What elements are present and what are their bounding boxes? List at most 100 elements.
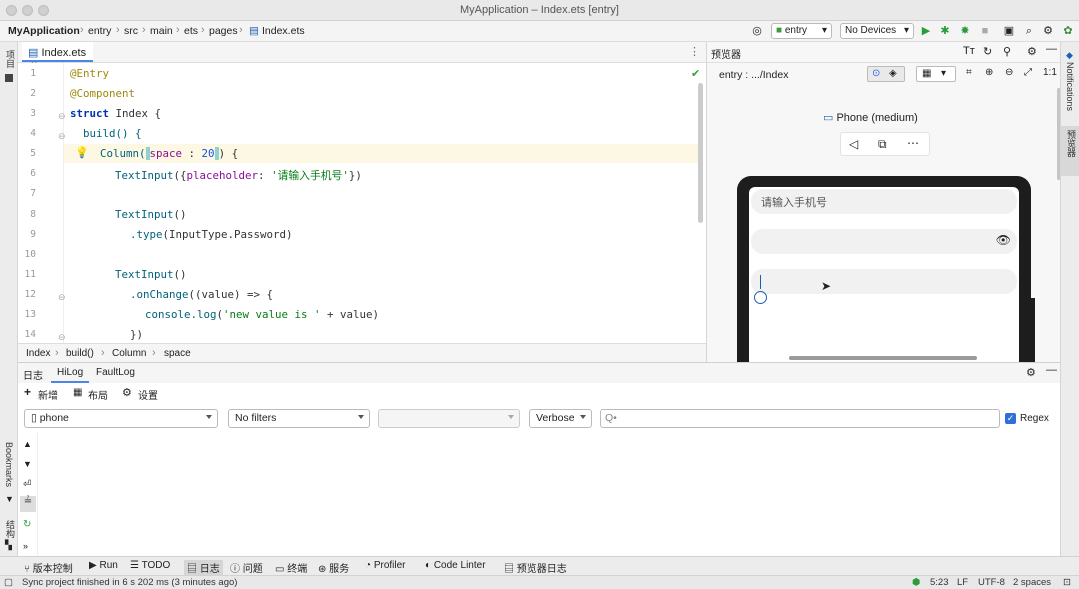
layers-icon[interactable]: ◈ (889, 68, 897, 79)
health-indicator-icon[interactable]: ⬢ (912, 577, 920, 588)
target-icon[interactable]: ◎ (751, 25, 763, 37)
log-search-input[interactable]: Q• (600, 409, 1000, 428)
new-button[interactable]: 新增 (38, 387, 58, 402)
tool-todo[interactable]: ☰ TODO (130, 560, 170, 571)
tab-index-ets[interactable]: ▤ Index.ets × (22, 42, 93, 71)
caret-position[interactable]: 5:23 (930, 577, 949, 588)
breadcrumb-item[interactable]: Index (26, 348, 50, 359)
nav-crumb-ets[interactable]: ets (184, 25, 198, 37)
process-select[interactable] (378, 409, 520, 428)
breadcrumb-item[interactable]: space (164, 348, 191, 359)
layout-grid-icon[interactable]: ▦ (73, 387, 82, 398)
fold-icon[interactable]: ⊖ (58, 332, 66, 343)
inspector-toggle-group: ⊙ ◈ (867, 66, 905, 82)
scroll-down-icon[interactable]: ▼ (23, 459, 32, 469)
nav-crumb-pages[interactable]: pages (209, 25, 238, 37)
nav-crumb-main[interactable]: main (150, 25, 173, 37)
ide-logo-icon[interactable]: ✿ (1062, 25, 1074, 37)
tool-run[interactable]: ▶ Run (89, 560, 118, 571)
rotate-icon[interactable]: ⧉ (878, 137, 887, 152)
breadcrumb-item[interactable]: build() (66, 348, 94, 359)
settings-button[interactable]: 设置 (138, 387, 158, 402)
more-vertical-icon[interactable]: ⋮ (689, 45, 700, 58)
fit-screen-icon[interactable]: ⤢ (1024, 67, 1032, 78)
breadcrumb-item[interactable]: Column (112, 348, 146, 359)
gear-icon[interactable]: ⚙ (1027, 45, 1037, 58)
tool-problems[interactable]: ⓘ 问题 (230, 560, 263, 575)
minimize-icon[interactable]: — (1046, 43, 1057, 55)
gear-icon[interactable]: ⚙ (1042, 25, 1054, 37)
fold-icon[interactable]: ⊖ (58, 292, 66, 303)
tool-code-linter[interactable]: ◐ Code Linter (425, 560, 486, 571)
gear-icon[interactable]: ⚙ (122, 386, 132, 399)
scroll-up-icon[interactable]: ▲ (23, 439, 32, 449)
more-horizontal-icon[interactable]: ⋯ (907, 136, 919, 150)
device-filter-select[interactable]: ▯ phone (24, 409, 218, 428)
actual-size-icon[interactable]: 1:1 (1043, 67, 1057, 78)
filter-select[interactable]: No filters (228, 409, 370, 428)
regex-checkbox[interactable]: ✓ (1005, 413, 1016, 424)
fold-icon[interactable]: ⊖ (58, 111, 66, 122)
phone-number-input[interactable]: 请输入手机号 (751, 189, 1017, 214)
tool-profiler[interactable]: ◔ Profiler (365, 560, 406, 571)
stop-icon[interactable]: ■ (979, 25, 991, 37)
previewer-tool-button[interactable]: 预览器 (1061, 126, 1079, 176)
device-select[interactable]: No Devices ▾ (840, 23, 914, 39)
chevron-right-icon: › (176, 24, 180, 36)
font-size-icon[interactable]: Tт (963, 45, 975, 57)
inspector-icon[interactable]: ⊙ (872, 68, 880, 79)
scroll-to-end-icon[interactable]: ≟ (20, 496, 36, 512)
onchange-input[interactable] (751, 269, 1017, 294)
structure-tool-button[interactable]: 结构 (4, 520, 17, 538)
tab-faultlog[interactable]: FaultLog (96, 367, 135, 378)
layout-select[interactable]: ▦ ▾ (916, 66, 956, 82)
password-input[interactable]: 👁 (751, 229, 1017, 254)
editor-scrollbar[interactable] (698, 83, 703, 223)
cursor-handle[interactable] (754, 291, 767, 304)
lightbulb-icon[interactable]: 💡 (75, 146, 89, 159)
minimize-icon[interactable]: — (1046, 364, 1057, 376)
log-level-select[interactable]: Verbose (529, 409, 592, 428)
tab-hilog[interactable]: HiLog (51, 363, 90, 383)
indent-setting[interactable]: 2 spaces (1013, 577, 1051, 588)
plus-icon[interactable]: + (24, 385, 31, 399)
layout-button[interactable]: 布局 (88, 387, 108, 402)
notifications-tool-button[interactable]: Notifications (1065, 62, 1075, 111)
eye-off-icon[interactable]: 👁 (996, 233, 1011, 247)
nav-crumb-file[interactable]: Index.ets (262, 25, 305, 37)
search-icon[interactable]: ⌕ (1023, 25, 1035, 37)
refresh-icon[interactable]: ↻ (983, 45, 992, 58)
tool-services[interactable]: ⊛ 服务 (318, 560, 349, 575)
module-select[interactable]: ■ entry ▾ (771, 23, 832, 39)
line-separator[interactable]: LF (957, 577, 968, 588)
device-manager-icon[interactable]: ▣ (1003, 25, 1015, 37)
tool-version-control[interactable]: ⑂ 版本控制 (24, 560, 73, 575)
gear-icon[interactable]: ⚙ (1026, 366, 1036, 379)
soft-wrap-icon[interactable]: ⏎ (23, 479, 31, 490)
code-editor[interactable]: 1 2 3 4 5 6 8 9 10 11 12 13 14 7 ⊖ ⊖ 💡 ⊖… (18, 63, 706, 343)
project-tool-button[interactable]: 项目 (4, 50, 17, 68)
more-icon[interactable]: » (23, 541, 28, 551)
inspection-ok-icon[interactable]: ✔ (691, 67, 700, 80)
tool-log[interactable]: ▤ 日志 (184, 560, 223, 575)
tool-terminal[interactable]: ▭ 终端 (275, 560, 307, 575)
attach-debugger-icon[interactable]: ✸ (959, 25, 971, 37)
restart-icon[interactable]: ↻ (23, 519, 31, 530)
bookmarks-tool-button[interactable]: Bookmarks (4, 442, 14, 487)
fold-icon[interactable]: ⊖ (58, 131, 66, 142)
run-icon[interactable]: ▶ (920, 25, 932, 37)
back-icon[interactable]: ◁ (849, 137, 858, 151)
debug-icon[interactable]: ✱ (939, 25, 951, 37)
nav-crumb-src[interactable]: src (124, 25, 138, 37)
status-toggle-icon[interactable]: ▢ (4, 577, 13, 588)
nav-crumb-project[interactable]: MyApplication (8, 25, 80, 37)
tool-previewer-log[interactable]: ▤ 预览器日志 (504, 560, 567, 575)
zoom-in-icon[interactable]: ⊕ (985, 67, 993, 78)
lock-icon[interactable]: ⊡ (1063, 577, 1071, 588)
nav-crumb-entry[interactable]: entry (88, 25, 111, 37)
pin-icon[interactable]: ⚲ (1003, 45, 1011, 58)
zoom-out-icon[interactable]: ⊖ (1005, 67, 1013, 78)
file-encoding[interactable]: UTF-8 (978, 577, 1005, 588)
crop-icon[interactable]: ⌗ (966, 67, 972, 78)
status-message[interactable]: Sync project finished in 6 s 202 ms (3 m… (22, 577, 237, 588)
